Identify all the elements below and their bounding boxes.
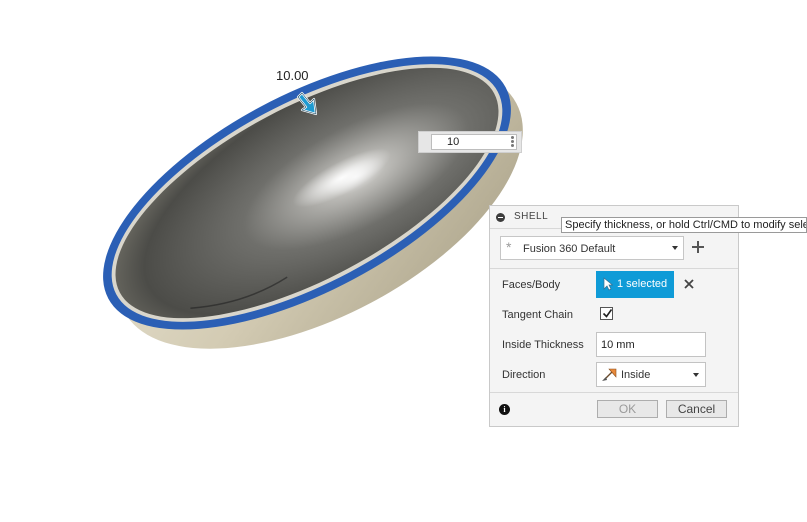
faces-body-selection-button[interactable]: 1 selected [596, 271, 674, 298]
inside-thickness-input[interactable] [596, 332, 706, 357]
thickness-manipulator-arrow-icon[interactable] [296, 90, 322, 118]
add-preset-icon[interactable] [691, 240, 705, 254]
dimension-label: 10.00 [276, 68, 309, 83]
direction-inside-icon [602, 368, 617, 381]
shell-dialog: SHELL * Fusion 360 Default Faces/Body 1 … [489, 205, 739, 427]
cancel-button[interactable]: Cancel [666, 400, 727, 418]
heads-up-thickness-box [418, 131, 522, 153]
collapse-icon[interactable] [496, 213, 505, 222]
heads-up-thickness-input[interactable] [431, 134, 517, 150]
tangent-chain-label: Tangent Chain [502, 309, 573, 321]
direction-dropdown[interactable]: Inside [596, 362, 706, 387]
direction-label: Direction [502, 369, 546, 381]
direction-value: Inside [621, 369, 651, 381]
selection-count: 1 selected [617, 278, 668, 290]
star-icon: * [506, 239, 512, 255]
cursor-icon [603, 277, 613, 291]
info-icon[interactable]: i [499, 404, 510, 415]
preset-value: Fusion 360 Default [523, 243, 616, 255]
clear-selection-icon[interactable] [683, 278, 695, 290]
faces-body-label: Faces/Body [502, 279, 561, 291]
inside-thickness-label: Inside Thickness [502, 339, 584, 351]
divider [490, 392, 738, 393]
tooltip: Specify thickness, or hold Ctrl/CMD to m… [561, 217, 807, 233]
chevron-down-icon [693, 373, 699, 377]
ok-button[interactable]: OK [597, 400, 658, 418]
dialog-title: SHELL [514, 211, 549, 222]
checkmark-icon [602, 309, 613, 318]
tangent-chain-checkbox[interactable] [600, 307, 613, 320]
more-options-icon[interactable] [511, 135, 515, 149]
chevron-down-icon [672, 246, 678, 250]
preset-dropdown[interactable]: * Fusion 360 Default [500, 236, 684, 260]
divider [490, 268, 738, 269]
